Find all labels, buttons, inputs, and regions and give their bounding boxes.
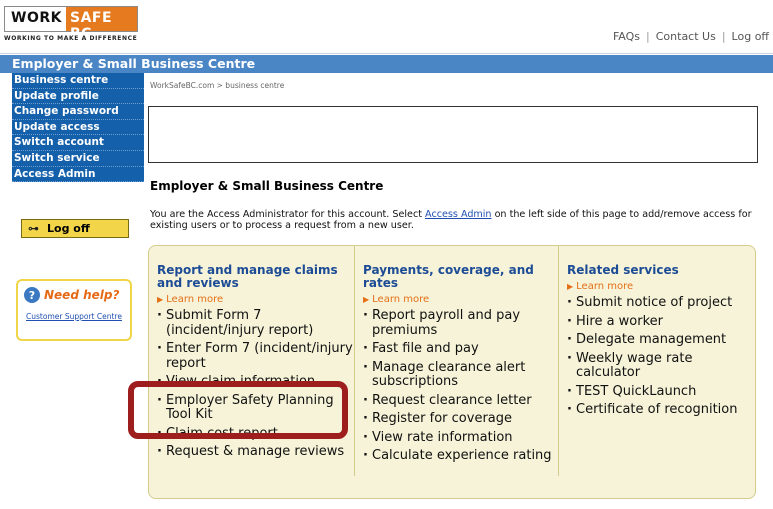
submit-form7-link[interactable]: Submit Form 7 (incident/injury report)	[157, 308, 353, 338]
customer-support-centre-link[interactable]: Customer Support Centre	[18, 312, 130, 321]
sidebar-item-update-profile[interactable]: Update profile	[12, 88, 144, 105]
sidebar-item-update-access[interactable]: Update access	[12, 119, 144, 136]
claim-cost-report-link[interactable]: Claim cost report	[157, 426, 353, 442]
log-off-button[interactable]: ⊶ Log off	[21, 219, 129, 238]
delegate-management-link[interactable]: Delegate management	[567, 332, 757, 348]
hire-a-worker-link[interactable]: Hire a worker	[567, 314, 757, 330]
claims-links: Submit Form 7 (incident/injury report) E…	[157, 308, 353, 460]
payments-heading: Payments, coverage, and rates	[363, 263, 534, 290]
log-off-label: Log off	[47, 222, 90, 235]
certificate-of-recognition-link[interactable]: Certificate of recognition	[567, 402, 757, 418]
arrow-right-icon: ▶	[157, 295, 164, 304]
faqs-link[interactable]: FAQs	[613, 30, 640, 43]
learn-more-label: Learn more	[372, 294, 430, 305]
contact-us-link[interactable]: Contact Us	[656, 30, 716, 43]
section-title-bar: Employer & Small Business Centre	[0, 55, 773, 73]
related-services-column: Related services ▶Learn more Submit noti…	[558, 246, 757, 476]
logo-safe-text: SAFE BC	[65, 7, 137, 42]
request-manage-reviews-link[interactable]: Request & manage reviews	[157, 444, 353, 460]
need-help-box: ? Need help? Customer Support Centre	[16, 279, 132, 341]
claims-column: Report and manage claims and reviews ▶ Le…	[149, 246, 353, 476]
weekly-wage-rate-calculator-link[interactable]: Weekly wage rate calculator	[567, 351, 757, 381]
link-separator: |	[646, 30, 650, 43]
breadcrumb: WorkSafeBC.com > business centre	[150, 81, 285, 90]
sidebar-nav: Business centre Update profile Change pa…	[12, 73, 144, 183]
banner-area	[148, 106, 758, 163]
page-title: Employer & Small Business Centre	[150, 179, 384, 193]
claims-learn-more-link[interactable]: ▶ Learn more	[157, 294, 353, 305]
sidebar-item-business-centre[interactable]: Business centre	[12, 73, 144, 89]
related-services-links: Submit notice of project Hire a worker D…	[567, 295, 757, 418]
logo-work-text: WORK	[5, 7, 66, 31]
need-help-header: ? Need help?	[24, 287, 130, 303]
enter-form7-link[interactable]: Enter Form 7 (incident/injury report	[157, 341, 353, 371]
top-log-off-link[interactable]: Log off	[732, 30, 769, 43]
learn-more-label: Learn more	[576, 281, 634, 292]
payments-links: Report payroll and pay premiums Fast fil…	[363, 308, 557, 464]
request-clearance-letter-link[interactable]: Request clearance letter	[363, 393, 557, 409]
services-panel: Report and manage claims and reviews ▶ Le…	[148, 245, 756, 499]
view-claim-information-link[interactable]: View claim information	[157, 374, 353, 390]
submit-notice-of-project-link[interactable]: Submit notice of project	[567, 295, 757, 311]
top-links: FAQs | Contact Us | Log off	[613, 30, 769, 43]
register-for-coverage-link[interactable]: Register for coverage	[363, 411, 557, 427]
payments-learn-more-link[interactable]: ▶ Learn more	[363, 294, 557, 305]
sidebar-item-change-password[interactable]: Change password	[12, 104, 144, 120]
test-quicklaunch-link[interactable]: TEST QuickLaunch	[567, 384, 757, 400]
learn-more-label: Learn more	[166, 294, 224, 305]
arrow-right-icon: ▶	[567, 282, 574, 291]
calculate-experience-rating-link[interactable]: Calculate experience rating	[363, 448, 557, 464]
question-icon: ?	[24, 287, 40, 303]
view-rate-information-link[interactable]: View rate information	[363, 430, 557, 446]
manage-clearance-alert-link[interactable]: Manage clearance alert subscriptions	[363, 360, 557, 390]
sidebar-item-access-admin[interactable]: Access Admin	[12, 166, 144, 183]
logo-wordmark: WORK SAFE BC	[4, 6, 138, 42]
need-help-title: Need help?	[44, 288, 120, 302]
key-icon: ⊶	[28, 222, 39, 235]
arrow-right-icon: ▶	[363, 295, 370, 304]
related-learn-more-link[interactable]: ▶ Learn more	[567, 281, 757, 292]
claims-heading: Report and manage claims and reviews	[157, 263, 338, 290]
site-header: WORK SAFE BC WORKING TO MAKE A DIFFERENC…	[0, 0, 773, 54]
employer-safety-planning-tool-kit-link[interactable]: Employer Safety Planning Tool Kit	[157, 393, 353, 423]
logo-tagline: WORKING TO MAKE A DIFFERENCE	[4, 35, 138, 42]
intro-text-before: You are the Access Administrator for thi…	[150, 209, 426, 220]
fast-file-and-pay-link[interactable]: Fast file and pay	[363, 341, 557, 357]
related-services-heading: Related services	[567, 263, 679, 277]
sidebar-item-switch-service[interactable]: Switch service	[12, 150, 144, 167]
link-separator: |	[721, 30, 726, 43]
intro-text: You are the Access Administrator for thi…	[150, 209, 772, 231]
access-admin-link[interactable]: Access Admin	[425, 209, 491, 220]
report-payroll-link[interactable]: Report payroll and pay premiums	[363, 308, 557, 338]
payments-column: Payments, coverage, and rates ▶ Learn mor…	[354, 246, 557, 476]
worksafebc-logo[interactable]: WORK SAFE BC WORKING TO MAKE A DIFFERENC…	[4, 6, 138, 48]
sidebar-item-switch-account[interactable]: Switch account	[12, 135, 144, 151]
